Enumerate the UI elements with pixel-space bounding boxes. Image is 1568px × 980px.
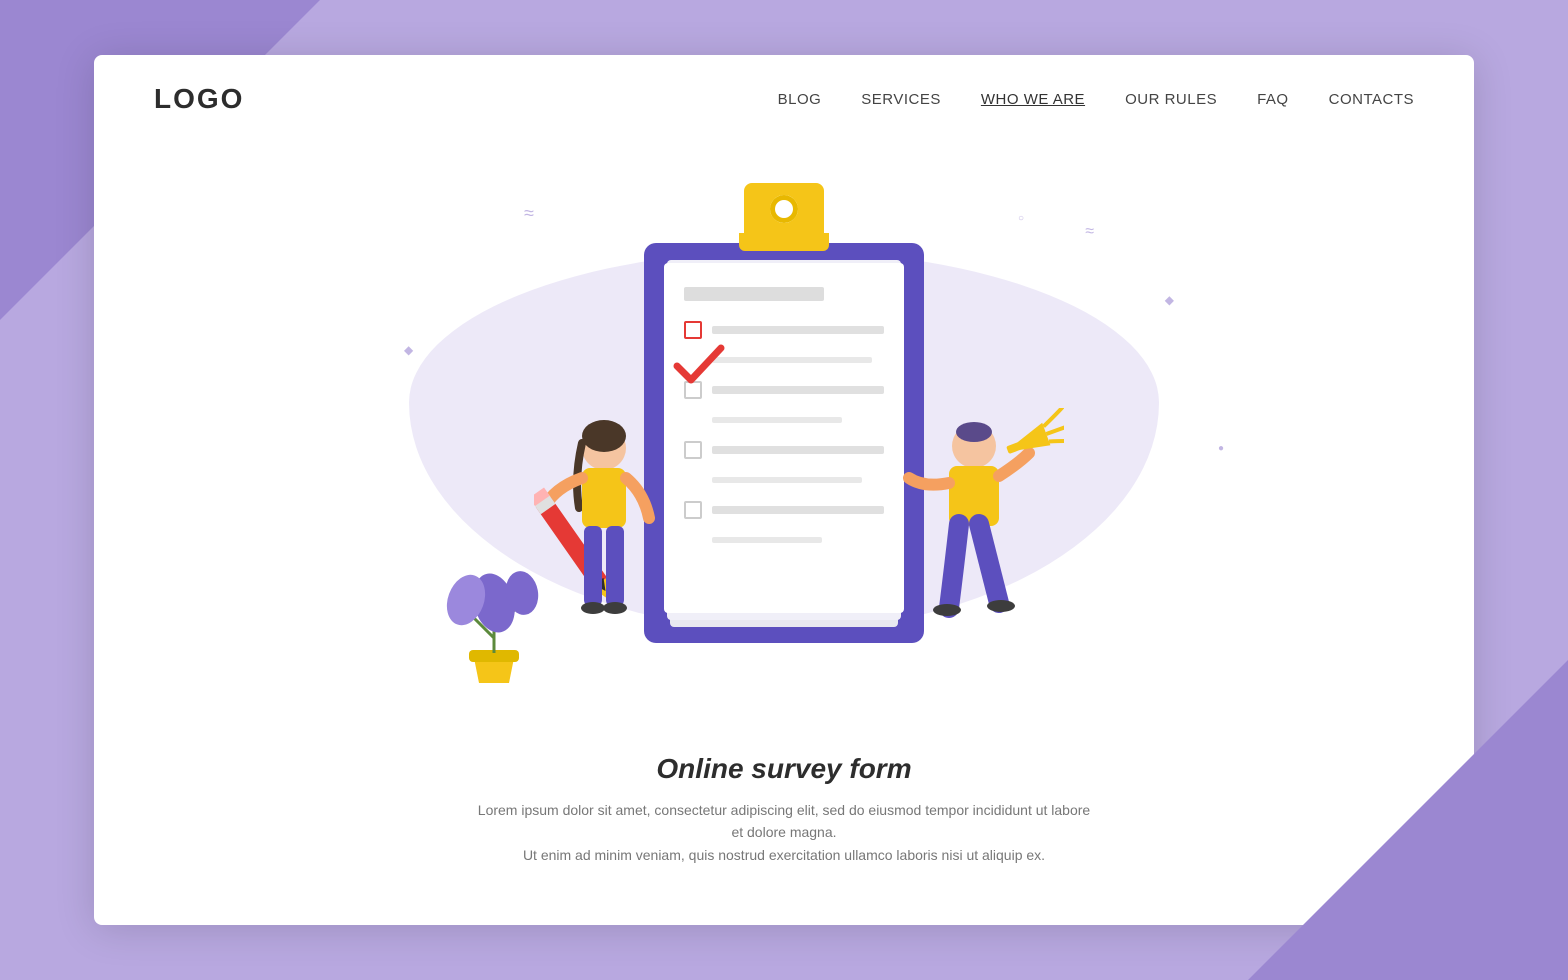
main-illustration: ≈ ≈ ◆ ◆ ≈ ● ○ ○ <box>94 143 1474 723</box>
nav-blog[interactable]: BLOG <box>778 91 822 108</box>
form-line-1 <box>712 326 884 334</box>
woman-svg <box>534 408 694 688</box>
deco-zigzag-2: ≈ <box>1085 223 1094 241</box>
text-section: Online survey form Lorem ipsum dolor sit… <box>94 723 1474 876</box>
form-subline-3 <box>712 477 862 483</box>
nav-services[interactable]: SERVICES <box>861 91 941 108</box>
plant-figure <box>444 568 544 693</box>
plant-svg <box>444 568 544 688</box>
form-line-4 <box>712 506 884 514</box>
nav-contacts[interactable]: CONTACTS <box>1329 91 1414 108</box>
navigation: BLOG SERVICES WHO WE ARE OUR RULES FAQ C… <box>778 91 1414 108</box>
checkbox-1 <box>684 321 702 339</box>
form-subline-1 <box>712 357 872 363</box>
header: LOGO BLOG SERVICES WHO WE ARE OUR RULES … <box>94 55 1474 143</box>
paper-stack <box>664 263 904 613</box>
deco-dot-3: ● <box>1218 443 1224 454</box>
page-card: LOGO BLOG SERVICES WHO WE ARE OUR RULES … <box>94 55 1474 925</box>
form-row-3 <box>684 441 884 459</box>
deco-zigzag-1: ≈ <box>524 203 534 224</box>
form-line-3 <box>712 446 884 454</box>
logo: LOGO <box>154 83 244 115</box>
form-subline-2 <box>712 417 842 423</box>
form-line-2 <box>712 386 884 394</box>
nav-our-rules[interactable]: OUR RULES <box>1125 91 1217 108</box>
paper-main <box>664 263 904 613</box>
deco-dot-1: ◆ <box>404 343 413 357</box>
deco-circle-2: ○ <box>1018 213 1024 224</box>
form-subline-4 <box>712 537 822 543</box>
man-figure <box>894 408 1064 693</box>
nav-who-we-are[interactable]: WHO WE ARE <box>981 91 1085 108</box>
clipboard-clip <box>744 183 824 235</box>
subtext: Lorem ipsum dolor sit amet, consectetur … <box>474 799 1094 866</box>
form-row-4 <box>684 501 884 519</box>
woman-figure <box>534 408 694 693</box>
checkmark-icon <box>669 338 729 393</box>
subtext-line1: Lorem ipsum dolor sit amet, consectetur … <box>478 802 1090 840</box>
man-svg <box>894 408 1064 688</box>
headline: Online survey form <box>114 753 1454 785</box>
deco-dot-2: ◆ <box>1165 293 1174 307</box>
subtext-line2: Ut enim ad minim veniam, quis nostrud ex… <box>523 847 1045 863</box>
form-title-bar <box>684 287 824 301</box>
big-checkmark-container <box>669 338 729 398</box>
nav-faq[interactable]: FAQ <box>1257 91 1289 108</box>
form-row-1 <box>684 321 884 339</box>
clipboard-clip-bottom <box>739 233 829 251</box>
